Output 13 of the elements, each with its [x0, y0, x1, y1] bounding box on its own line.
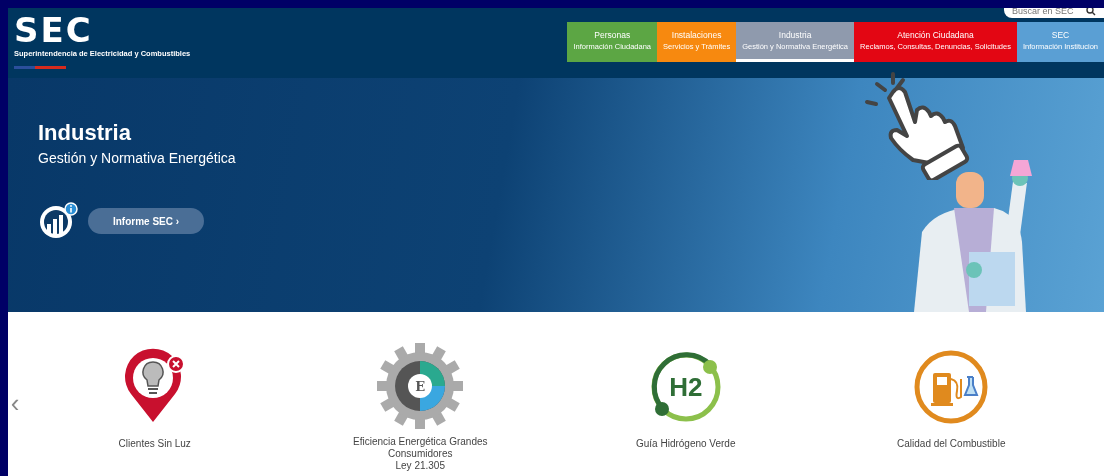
bar-chart-icon — [38, 202, 78, 240]
search-field[interactable]: Buscar en SEC — [1004, 8, 1104, 18]
hero-subtitle: Gestión y Normativa Energética — [38, 150, 236, 166]
service-label[interactable]: Eficiencia Energética Grandes Consumidores Ley 21.305 — [353, 436, 488, 472]
hero-title: Industria — [38, 120, 132, 146]
service-label[interactable]: Guía Hidrógeno Verde — [636, 438, 736, 450]
previous-button[interactable]: ‹ — [8, 390, 22, 416]
search-icon — [1086, 8, 1096, 16]
logo-text[interactable]: SEC — [14, 14, 191, 46]
service-label[interactable]: Calidad del Combustible — [897, 438, 1006, 450]
service-label[interactable]: Clientes Sin Luz — [118, 438, 191, 450]
flag-stripe — [14, 66, 66, 69]
informe-button[interactable]: Informe SEC › — [88, 208, 204, 234]
